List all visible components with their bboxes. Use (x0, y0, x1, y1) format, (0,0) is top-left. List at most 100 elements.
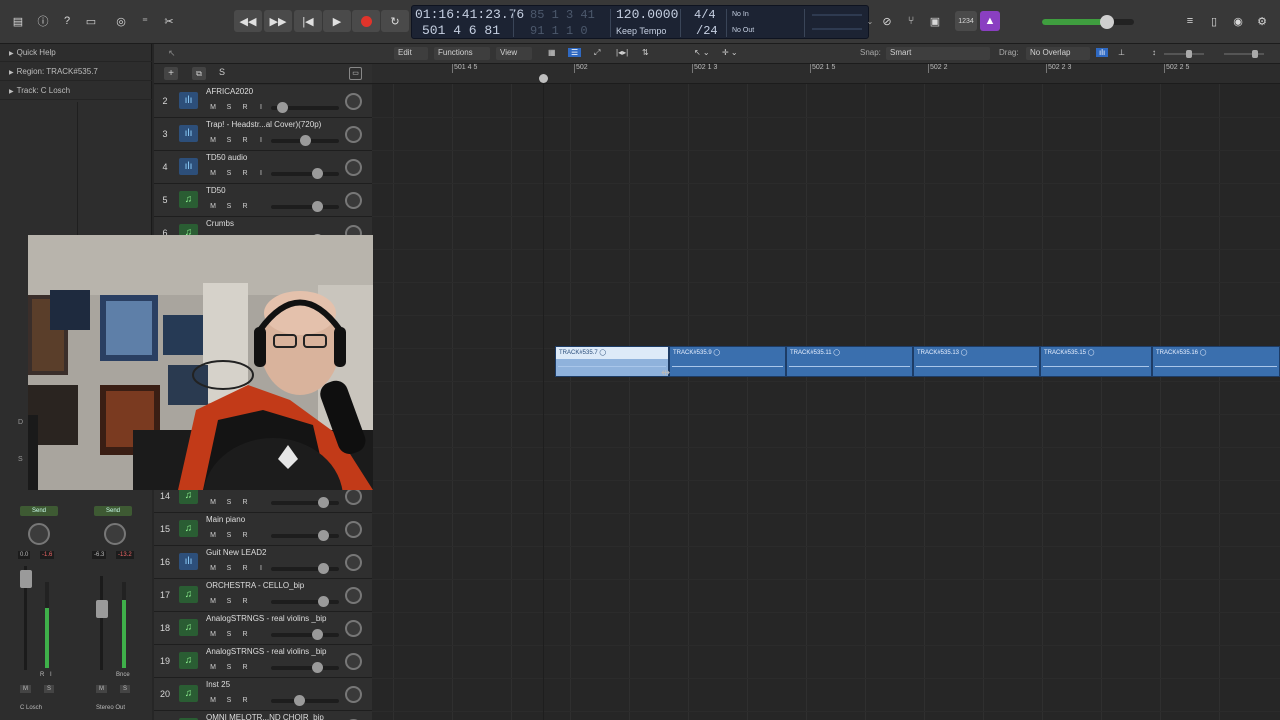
track-header[interactable]: 4 ılı TD50 audio M S R I (154, 151, 372, 184)
mute-button[interactable]: M (206, 563, 220, 573)
metronome-icon[interactable]: ▲ (980, 11, 1000, 31)
pan-knob[interactable] (345, 620, 362, 637)
pan-knob[interactable] (345, 126, 362, 143)
playhead-marker[interactable] (539, 74, 548, 83)
go-to-start-icon[interactable]: |◀ (294, 10, 322, 32)
volume-knob[interactable] (277, 102, 288, 113)
note-pad-icon[interactable]: ▣ (925, 11, 945, 31)
solo-all-icon[interactable]: S (219, 67, 225, 77)
horizontal-zoom-slider[interactable] (1224, 50, 1264, 58)
record-enable-button[interactable]: R (238, 563, 252, 573)
software-instrument-icon[interactable]: ♫ (179, 619, 198, 636)
mute-button[interactable]: M (206, 662, 220, 672)
read-button-left[interactable]: R (40, 672, 44, 678)
snap-dropdown[interactable]: Smart (886, 47, 990, 60)
drag-dropdown[interactable]: No Overlap (1026, 47, 1090, 60)
play-icon[interactable]: ▶ (323, 10, 351, 32)
software-instrument-icon[interactable]: ♫ (179, 191, 198, 208)
list-view-icon[interactable]: ☰ (568, 48, 582, 57)
pan-knob-left[interactable] (28, 523, 50, 545)
mute-button-left[interactable]: M (20, 685, 31, 693)
solo-button[interactable]: S (222, 530, 236, 540)
playhead[interactable] (543, 78, 544, 720)
score-icon[interactable]: ▯ (1204, 11, 1224, 31)
solo-button-right[interactable]: S (120, 685, 131, 693)
pan-knob[interactable] (345, 159, 362, 176)
record-icon[interactable] (352, 10, 380, 32)
volume-knob[interactable] (318, 563, 329, 574)
volume-fader-left[interactable] (20, 570, 32, 588)
list-editors-icon[interactable]: ⊘ (877, 11, 897, 31)
track-name[interactable]: ORCHESTRA - CELLO_bip (206, 581, 304, 590)
track-name[interactable]: Guit New LEAD2 (206, 548, 266, 557)
functions-menu[interactable]: Functions (434, 47, 490, 60)
software-instrument-icon[interactable]: ♫ (179, 685, 198, 702)
track-name[interactable]: AnalogSTRNGS - real violins _bip (206, 614, 327, 623)
input-monitor-button[interactable]: R (238, 596, 252, 606)
lcd-display[interactable]: 01:16:41:23.76 501 4 6 81 85 1 3 41 91 1… (411, 5, 869, 39)
track-volume-slider[interactable] (271, 596, 339, 607)
bounce-label[interactable]: Bnce (116, 672, 130, 678)
volume-knob[interactable] (312, 629, 323, 640)
solo-button-left[interactable]: S (44, 685, 55, 693)
smart-controls-icon[interactable]: ◎ (111, 11, 131, 31)
mute-button[interactable]: M (206, 695, 220, 705)
mute-button[interactable]: M (206, 596, 220, 606)
audio-waveform-icon[interactable]: ılı (179, 92, 198, 109)
input-monitor-button[interactable]: R (238, 497, 252, 507)
track-volume-slider[interactable] (271, 168, 339, 179)
list-icon[interactable]: ≡ (1180, 11, 1200, 31)
track-volume-slider[interactable] (271, 695, 339, 706)
pan-knob-right[interactable] (104, 523, 126, 545)
input-monitor-button[interactable]: I (254, 102, 268, 112)
mute-button[interactable]: M (206, 201, 220, 211)
send-slot-right[interactable]: Send (94, 506, 132, 516)
pencil-tool-icon[interactable]: ✛ ⌄ (722, 48, 738, 57)
record-enable-button[interactable]: R (238, 102, 252, 112)
input-monitor-button[interactable]: I (254, 563, 268, 573)
audio-region[interactable]: TRACK#535.9 ◯ (669, 346, 786, 377)
audio-waveform-icon[interactable]: ılı (179, 125, 198, 142)
mute-button[interactable]: M (206, 629, 220, 639)
duplicate-track-icon[interactable]: ⧉ (192, 67, 206, 80)
track-header[interactable]: 19 ♫ AnalogSTRNGS - real violins _bip M S R (154, 645, 372, 678)
editors-icon[interactable]: ✂ (159, 11, 179, 31)
volume-knob[interactable] (294, 695, 305, 706)
volume-knob[interactable] (312, 168, 323, 179)
track-header[interactable]: 5 ♫ TD50 M S R (154, 184, 372, 217)
pan-knob[interactable] (345, 587, 362, 604)
software-instrument-icon[interactable]: ♫ (179, 586, 198, 603)
track-volume-slider[interactable] (271, 201, 339, 212)
audio-region[interactable]: TRACK#535.11 ◯ (786, 346, 913, 377)
track-header[interactable]: 20 ♫ Inst 25 M S R (154, 678, 372, 711)
solo-button[interactable]: S (222, 695, 236, 705)
software-instrument-icon[interactable]: ♫ (179, 520, 198, 537)
tracks-workspace[interactable] (372, 84, 1280, 720)
track-name[interactable]: Crumbs (206, 219, 234, 228)
mute-button[interactable]: M (206, 497, 220, 507)
record-enable-button[interactable]: R (238, 135, 252, 145)
track-header[interactable]: 2 ılı AFRICA2020 M S R I (154, 85, 372, 118)
input-monitor-button[interactable]: I (254, 135, 268, 145)
mute-button[interactable]: M (206, 135, 220, 145)
zoom-vertical-icon[interactable]: ↕ (1152, 48, 1156, 57)
track-volume-slider[interactable] (271, 135, 339, 146)
pan-knob[interactable] (345, 488, 362, 505)
input-monitor-button[interactable]: R (238, 662, 252, 672)
volume-knob[interactable] (312, 201, 323, 212)
track-name[interactable]: Trap! - Headstr...al Cover)(720p) (206, 120, 321, 129)
volume-knob[interactable] (318, 596, 329, 607)
waveform-zoom-icon[interactable]: ılı (1096, 48, 1109, 57)
volume-knob[interactable] (318, 530, 329, 541)
software-instrument-icon[interactable]: ♫ (179, 652, 198, 669)
input-monitor-button[interactable]: R (238, 530, 252, 540)
mute-button[interactable]: M (206, 530, 220, 540)
audio-region[interactable]: TRACK#535.13 ◯ (913, 346, 1040, 377)
fast-forward-icon[interactable]: ▶▶ (264, 10, 292, 32)
track-volume-slider[interactable] (271, 530, 339, 541)
browser-icon[interactable]: ⚙ (1252, 11, 1272, 31)
track-header[interactable]: 3 ılı Trap! - Headstr...al Cover)(720p) M S R… (154, 118, 372, 151)
loop-browser-icon[interactable]: ◉ (1228, 11, 1248, 31)
track-header[interactable]: 18 ♫ AnalogSTRNGS - real violins _bip M S R (154, 612, 372, 645)
solo-button[interactable]: S (222, 201, 236, 211)
